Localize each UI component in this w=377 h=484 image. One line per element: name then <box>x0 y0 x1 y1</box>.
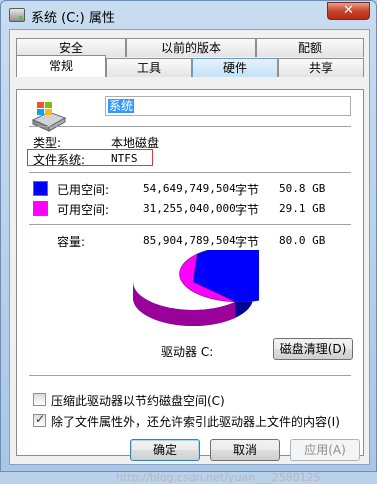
used-space-label: 已用空间: <box>57 183 110 197</box>
capacity-size: 80.0 GB <box>279 234 326 247</box>
tab-sharing[interactable]: 共享 <box>278 58 364 77</box>
filesystem-label: 文件系统: <box>33 153 86 167</box>
separator <box>29 126 351 127</box>
used-space-size: 50.8 GB <box>279 182 326 195</box>
volume-label-input[interactable]: 系统 <box>105 96 351 116</box>
used-space-bytes: 54,649,749,504 <box>143 182 236 195</box>
ok-button[interactable]: 确定 <box>130 439 200 461</box>
disk-usage-pie <box>133 250 259 326</box>
tab-quota[interactable]: 配额 <box>256 38 364 57</box>
dialog-body: 安全 以前的版本 配额 常规 工具 硬件 共享 系统 类型: 本地磁盘 文件系统… <box>9 29 370 484</box>
free-space-unit: 字节 <box>235 203 260 217</box>
filesystem-value: NTFS <box>111 152 138 165</box>
drive-letter-label: 驱动器 C: <box>161 345 214 359</box>
cancel-button[interactable]: 取消 <box>210 439 280 461</box>
used-space-unit: 字节 <box>235 183 260 197</box>
separator <box>29 172 351 173</box>
free-space-size: 29.1 GB <box>279 202 326 215</box>
separator <box>29 224 351 225</box>
separator <box>29 375 351 376</box>
disk-cleanup-button[interactable]: 磁盘清理(D) <box>273 338 353 360</box>
watermark: http://blog.csdn.net/yuan___2580125 <box>116 471 321 484</box>
tab-hardware[interactable]: 硬件 <box>192 58 278 77</box>
general-panel: 系统 类型: 本地磁盘 文件系统: NTFS 已用空间: 54,649,749,… <box>16 89 364 456</box>
index-label[interactable]: 除了文件属性外，还允许索引此驱动器上文件的内容(I) <box>51 413 340 430</box>
drive-icon <box>9 8 25 22</box>
tab-general[interactable]: 常规 <box>16 55 106 77</box>
capacity-bytes: 85,904,789,504 <box>143 234 236 247</box>
window-title: 系统 (C:) 属性 <box>31 11 115 26</box>
free-space-bytes: 31,255,040,000 <box>143 202 236 215</box>
free-space-label: 可用空间: <box>57 203 110 217</box>
compress-label[interactable]: 压缩此驱动器以节约磁盘空间(C) <box>51 392 225 409</box>
close-button[interactable]: ✕ <box>327 2 370 20</box>
compress-checkbox[interactable] <box>33 393 46 406</box>
properties-window: 系统 (C:) 属性 ✕ 安全 以前的版本 配额 常规 工具 硬件 共享 系统 … <box>0 0 377 484</box>
hard-drive-icon <box>31 102 67 132</box>
capacity-label: 容量: <box>57 235 86 249</box>
index-checkbox[interactable] <box>33 412 46 427</box>
title-bar[interactable]: 系统 (C:) 属性 ✕ <box>1 1 376 29</box>
apply-button[interactable]: 应用(A) <box>290 439 360 461</box>
used-space-swatch <box>33 181 48 196</box>
free-space-swatch <box>33 201 48 216</box>
tab-previous-versions[interactable]: 以前的版本 <box>126 38 256 57</box>
tab-tools[interactable]: 工具 <box>106 58 192 77</box>
capacity-unit: 字节 <box>235 235 260 249</box>
